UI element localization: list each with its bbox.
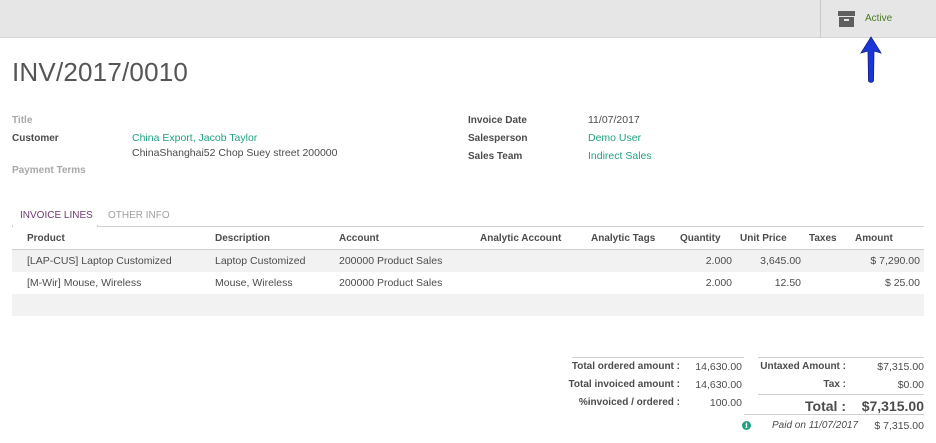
total-ordered-value: 14,630.00 xyxy=(695,361,742,373)
arrow-up-icon xyxy=(860,36,882,83)
row-unit-price: 3,645.00 xyxy=(760,255,801,267)
total-invoiced-label: Total invoiced amount : xyxy=(568,379,680,390)
sales-team-link[interactable]: Indirect Sales xyxy=(588,150,652,162)
column-header-analytic-tags[interactable]: Analytic Tags xyxy=(591,233,655,244)
column-header-taxes[interactable]: Taxes xyxy=(809,233,837,244)
row-quantity: 2.000 xyxy=(705,255,732,267)
salesperson-link[interactable]: Demo User xyxy=(588,132,641,144)
active-status-label: Active xyxy=(865,13,893,24)
invoice-date-label: Invoice Date xyxy=(468,115,527,126)
column-header-quantity[interactable]: Quantity xyxy=(680,233,721,244)
payment-info-label: Paid on 11/07/2017 xyxy=(772,420,859,431)
column-header-product[interactable]: Product xyxy=(27,233,65,244)
table-row-empty[interactable] xyxy=(12,294,924,316)
row-amount: $ 7,290.00 xyxy=(870,255,920,267)
column-header-amount[interactable]: Amount xyxy=(855,233,893,244)
column-header-analytic-account[interactable]: Analytic Account xyxy=(480,233,561,244)
row-description: Mouse, Wireless xyxy=(215,277,293,289)
total-ordered-label: Total ordered amount : xyxy=(571,361,680,372)
tab-invoice-lines[interactable]: INVOICE LINES xyxy=(20,210,93,221)
row-account: 200000 Product Sales xyxy=(339,255,443,267)
invoice-date-value: 11/07/2017 xyxy=(588,114,640,126)
total-invoiced-value: 14,630.00 xyxy=(695,379,742,391)
payment-terms-label: Payment Terms xyxy=(12,165,86,176)
column-header-unit-price[interactable]: Unit Price xyxy=(740,233,787,244)
payment-amount-value: $ 7,315.00 xyxy=(874,420,924,432)
title-label: Title xyxy=(12,115,33,126)
column-header-account[interactable]: Account xyxy=(339,233,379,244)
row-product: [LAP-CUS] Laptop Customized xyxy=(27,255,172,267)
customer-label: Customer xyxy=(12,133,59,144)
total-value: $7,315.00 xyxy=(861,398,924,414)
row-quantity: 2.000 xyxy=(705,277,732,289)
row-amount: $ 25.00 xyxy=(884,277,920,289)
customer-address: ChinaShanghai52 Chop Suey street 200000 xyxy=(132,147,338,159)
archive-icon xyxy=(838,11,855,27)
info-icon[interactable]: i xyxy=(742,421,751,430)
tax-value: $0.00 xyxy=(897,379,924,391)
invoiced-ordered-ratio-value: 100.00 xyxy=(709,397,742,409)
untaxed-amount-value: $7,315.00 xyxy=(877,361,924,373)
row-product: [M-Wir] Mouse, Wireless xyxy=(27,277,142,289)
salesperson-label: Salesperson xyxy=(468,133,528,144)
tax-label: Tax : xyxy=(823,379,846,390)
control-panel: Active xyxy=(0,0,936,38)
active-toggle-button[interactable]: Active xyxy=(820,0,936,38)
customer-link[interactable]: China Export, Jacob Taylor xyxy=(132,132,257,144)
row-account: 200000 Product Sales xyxy=(339,277,443,289)
total-label: Total : xyxy=(805,398,846,414)
sales-team-label: Sales Team xyxy=(468,151,523,162)
tab-other-info[interactable]: OTHER INFO xyxy=(108,210,170,221)
row-description: Laptop Customized xyxy=(215,255,306,267)
notebook-tabs: INVOICE LINES OTHER INFO xyxy=(12,208,924,227)
invoiced-ordered-ratio-label: %invoiced / ordered : xyxy=(578,397,680,408)
page-title: INV/2017/0010 xyxy=(12,57,189,87)
row-unit-price: 12.50 xyxy=(774,277,801,289)
column-header-description[interactable]: Description xyxy=(215,233,270,244)
untaxed-amount-label: Untaxed Amount : xyxy=(760,361,846,372)
